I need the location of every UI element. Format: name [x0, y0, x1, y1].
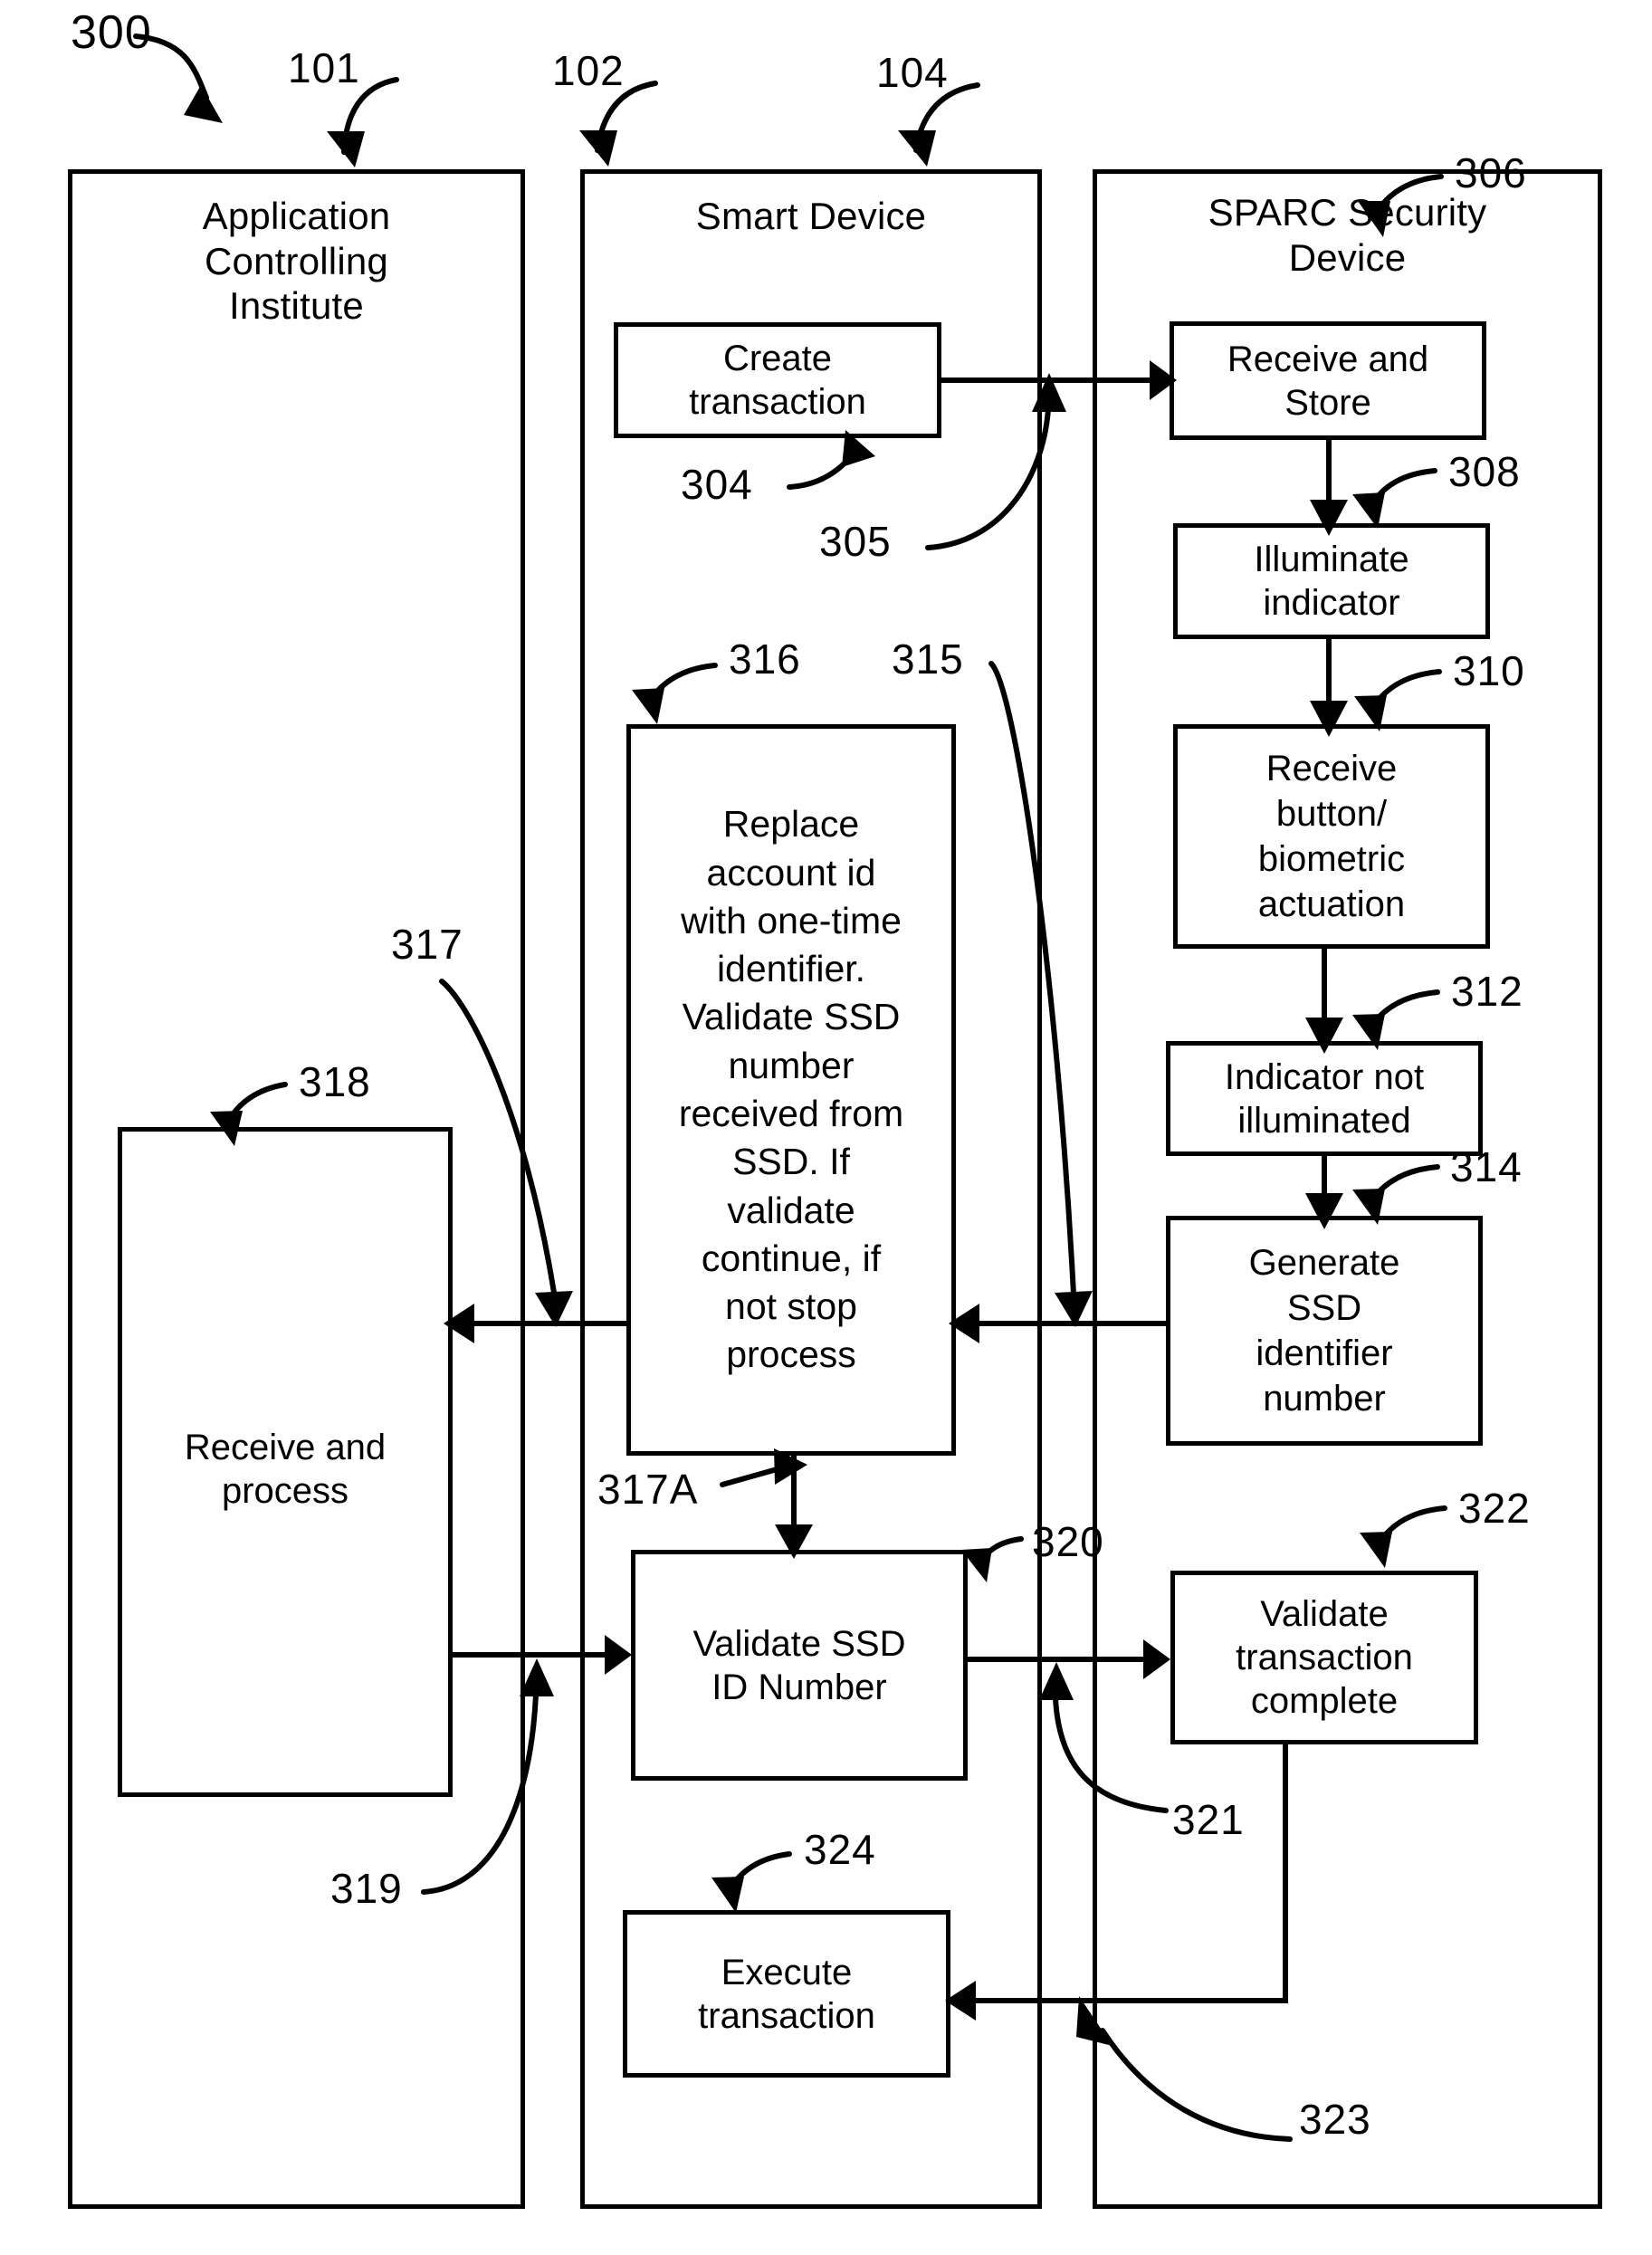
ref-304: 304 — [681, 461, 753, 508]
box-execute-transaction[interactable]: Execute transaction — [623, 1910, 950, 2078]
ref-323: 323 — [1299, 2096, 1371, 2143]
ref-310: 310 — [1453, 647, 1525, 694]
ref-317: 317 — [391, 921, 463, 968]
box-validate-transaction-complete-label: Validate transaction complete — [1236, 1594, 1413, 1721]
leader-315-arrowhead — [1055, 1291, 1093, 1327]
ref-104: 104 — [876, 49, 949, 96]
ref-102: 102 — [552, 47, 625, 94]
box-receive-and-process[interactable]: Receive and process — [118, 1127, 453, 1797]
box-replace-account-id[interactable]: Replace account id with one-time identif… — [626, 724, 956, 1456]
lane-sparc-security-device: SPARC Security Device — [1093, 169, 1602, 2209]
ref-324: 324 — [804, 1826, 876, 1873]
box-indicator-not-illuminated[interactable]: Indicator not illuminated — [1166, 1041, 1483, 1156]
ref-300: 300 — [71, 6, 152, 59]
box-create-transaction[interactable]: Create transaction — [614, 322, 941, 438]
ref-320: 320 — [1032, 1518, 1104, 1565]
box-validate-ssd-id-number[interactable]: Validate SSD ID Number — [631, 1550, 968, 1781]
leader-300-arrowhead — [184, 85, 223, 123]
box-indicator-not-illuminated-label: Indicator not illuminated — [1224, 1056, 1425, 1141]
box-execute-transaction-label: Execute transaction — [698, 1952, 875, 2036]
ref-305: 305 — [819, 518, 892, 565]
lane-title-smart-device: Smart Device — [695, 195, 927, 237]
ref-317a: 317A — [597, 1466, 699, 1513]
leader-101-arrowhead — [327, 131, 365, 167]
figure-canvas: Application Controlling Institute Smart … — [0, 0, 1652, 2255]
box-create-transaction-label: Create transaction — [689, 339, 866, 422]
box-receive-and-process-label: Receive and process — [184, 1428, 387, 1511]
box-receive-button-biometric-actuation[interactable]: Receive button/ biometric actuation — [1173, 724, 1490, 949]
ref-316: 316 — [729, 635, 801, 683]
ref-315: 315 — [892, 635, 964, 683]
ref-101: 101 — [288, 44, 360, 91]
leader-104-arrowhead — [898, 130, 936, 167]
ref-319: 319 — [330, 1865, 403, 1912]
box-receive-and-store-label: Receive and Store — [1227, 339, 1429, 423]
ref-308: 308 — [1448, 448, 1521, 495]
box-generate-ssd-identifier-number-label: Generate SSD identifier number — [1248, 1243, 1400, 1419]
box-illuminate-indicator[interactable]: Illuminate indicator — [1173, 523, 1490, 639]
box-illuminate-indicator-label: Illuminate indicator — [1254, 540, 1409, 623]
lane-title-sparc-security-device: SPARC Security Device — [1208, 191, 1487, 279]
box-generate-ssd-identifier-number[interactable]: Generate SSD identifier number — [1166, 1216, 1483, 1446]
ref-321: 321 — [1172, 1796, 1245, 1843]
box-replace-account-id-label: Replace account id with one-time identif… — [678, 803, 904, 1376]
leader-321-arrowhead — [1039, 1662, 1074, 1700]
ref-318: 318 — [299, 1058, 371, 1105]
box-validate-transaction-complete[interactable]: Validate transaction complete — [1170, 1571, 1478, 1744]
ref-312: 312 — [1451, 968, 1523, 1015]
leader-317-arrowhead — [535, 1291, 573, 1327]
box-validate-ssd-id-number-label: Validate SSD ID Number — [692, 1623, 906, 1707]
lane-title-application-controlling-institute: Application Controlling Institute — [202, 195, 391, 328]
leader-102-arrowhead — [579, 130, 617, 167]
box-receive-and-store[interactable]: Receive and Store — [1170, 321, 1486, 440]
box-receive-button-biometric-actuation-label: Receive button/ biometric actuation — [1257, 749, 1406, 924]
ref-306: 306 — [1455, 149, 1527, 196]
ref-314: 314 — [1450, 1143, 1523, 1190]
ref-322: 322 — [1458, 1485, 1531, 1532]
